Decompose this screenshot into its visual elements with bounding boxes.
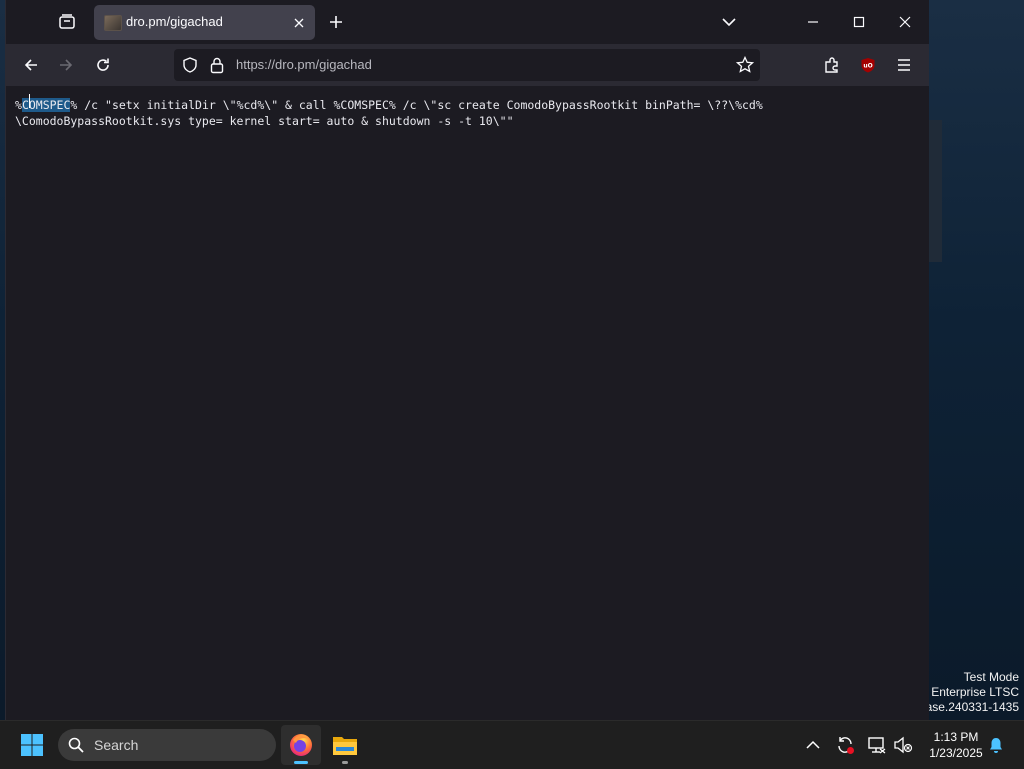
firefox-icon [290,734,312,756]
background-window-edge [928,120,942,262]
tray-sync[interactable] [833,733,857,757]
active-tab[interactable]: dro.pm/gigachad [94,5,315,40]
reload-icon [97,58,109,71]
show-hidden-icons-button[interactable] [801,733,825,757]
maximize-button[interactable] [845,8,873,36]
command-line-2: \ComodoBypassRootkit.sys type= kernel st… [15,113,514,128]
browser-window: dro.pm/gigachad https://dro.pm/gigachad … [5,0,929,720]
taskbar-firefox[interactable] [281,725,321,765]
ublock-icon: uO [861,58,875,73]
minimize-icon [808,21,818,23]
forward-button[interactable] [50,49,82,81]
clock-time: 1:13 PM [933,730,979,744]
tab-bar: dro.pm/gigachad [6,0,929,44]
watermark-line-3: ase.240331-1435 [925,700,1019,714]
taskbar-clock[interactable]: 1:13 PM 1/23/2025 [918,729,994,761]
extensions-icon [825,57,838,73]
new-tab-icon [330,16,342,28]
search-icon [68,737,84,753]
shield-icon[interactable] [182,57,198,73]
sync-icon [838,737,854,754]
page-content[interactable]: %COMSPEC% /c "setx initialDir \"%cd%\" &… [6,86,929,720]
close-tab-icon [294,18,304,28]
firefox-view-button[interactable] [52,7,82,37]
back-button[interactable] [15,49,47,81]
explorer-open-indicator [342,761,348,764]
close-window-icon [899,16,911,28]
search-label: Search [94,737,139,753]
clock-date: 1/23/2025 [929,746,983,760]
taskbar-file-explorer[interactable] [325,725,365,765]
percent-prefix: % [15,98,22,112]
watermark-line-1: Test Mode [963,670,1019,684]
list-all-tabs-button[interactable] [715,8,743,36]
tab-list-icon [59,14,75,29]
taskbar-search[interactable]: Search [58,729,276,761]
lock-icon[interactable] [209,56,225,74]
tab-title: dro.pm/gigachad [126,14,223,29]
test-mode-watermark: Test Mode Enterprise LTSC ase.240331-143… [926,670,1019,715]
close-window-button[interactable] [891,8,919,36]
command-text[interactable]: %COMSPEC% /c "setx initialDir \"%cd%\" &… [15,98,915,129]
menu-icon [898,59,910,71]
url-text[interactable]: https://dro.pm/gigachad [236,57,372,72]
file-explorer-icon [333,737,357,755]
app-menu-button[interactable] [888,49,920,81]
text-cursor [29,94,30,108]
bookmark-star-icon[interactable] [736,56,754,74]
notification-bell-icon [990,738,1002,753]
notification-center-button[interactable] [984,733,1008,757]
navigation-toolbar: https://dro.pm/gigachad uO [6,44,929,86]
chevron-up-icon [806,740,820,749]
tray-network[interactable] [865,733,889,757]
command-line-1: %COMSPEC% /c "setx initialDir \"%cd%\" &… [15,98,763,112]
svg-text:uO: uO [863,63,872,70]
watermark-line-2: Enterprise LTSC [931,685,1019,699]
minimize-button[interactable] [799,8,827,36]
close-tab-button[interactable] [290,14,308,32]
address-bar[interactable]: https://dro.pm/gigachad [174,49,760,81]
list-all-tabs-icon [722,18,736,27]
command-line-1-rest: % /c "setx initialDir \"%cd%\" & call %C… [70,98,763,112]
start-button[interactable] [14,729,50,761]
taskbar: Search 1:13 PM 1/23/2025 [0,720,1024,769]
extensions-button[interactable] [816,49,848,81]
reload-button[interactable] [87,49,119,81]
tray-volume[interactable] [891,733,915,757]
maximize-icon [853,16,865,28]
site-favicon [104,15,122,31]
windows-start-icon [21,734,43,756]
volume-muted-icon [894,736,913,754]
ublock-button[interactable]: uO [852,49,884,81]
network-icon [868,737,886,754]
forward-icon [60,59,73,71]
firefox-active-indicator [294,761,308,764]
back-icon [24,59,37,71]
new-tab-button[interactable] [322,8,350,36]
